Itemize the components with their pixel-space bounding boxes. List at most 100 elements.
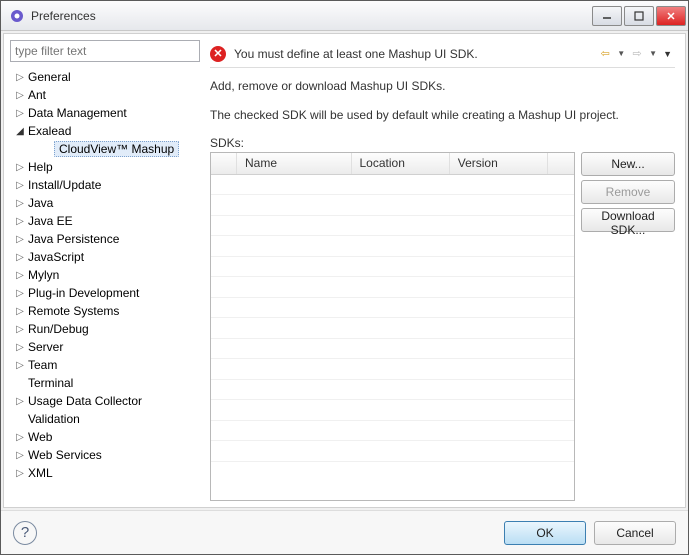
tree-item[interactable]: ▷Java xyxy=(10,194,200,212)
tree-item-label: Validation xyxy=(26,412,82,426)
tree-item[interactable]: ▷Validation xyxy=(10,410,200,428)
sdk-table[interactable]: Name Location Version xyxy=(210,152,575,501)
tree-item[interactable]: ▷Terminal xyxy=(10,374,200,392)
tree-item-label: Java Persistence xyxy=(26,232,121,246)
new-button[interactable]: New... xyxy=(581,152,675,176)
table-row xyxy=(211,257,574,278)
tree-item[interactable]: ▷Web xyxy=(10,428,200,446)
preferences-tree[interactable]: ▷General▷Ant▷Data Management◢Exalead▷Clo… xyxy=(10,66,200,501)
expand-icon[interactable]: ▷ xyxy=(14,234,26,245)
expand-icon[interactable]: ▷ xyxy=(14,342,26,353)
minimize-button[interactable] xyxy=(592,6,622,26)
tree-item-label: Ant xyxy=(26,88,48,102)
expand-icon[interactable]: ▷ xyxy=(14,270,26,281)
expand-icon[interactable]: ▷ xyxy=(14,324,26,335)
col-check[interactable] xyxy=(211,153,237,174)
table-row xyxy=(211,441,574,462)
view-menu-icon[interactable]: ▼ xyxy=(663,49,672,59)
collapse-icon[interactable]: ◢ xyxy=(14,126,26,137)
description-line-1: Add, remove or download Mashup UI SDKs. xyxy=(210,78,675,95)
sdk-buttons: New... Remove Download SDK... xyxy=(581,152,675,501)
tree-item-label: Web Services xyxy=(26,448,104,462)
table-row xyxy=(211,236,574,257)
expand-icon[interactable]: ▷ xyxy=(14,72,26,83)
table-row xyxy=(211,421,574,442)
tree-item[interactable]: ▷Install/Update xyxy=(10,176,200,194)
tree-item[interactable]: ◢Exalead xyxy=(10,122,200,140)
tree-item[interactable]: ▷JavaScript xyxy=(10,248,200,266)
tree-item-label: General xyxy=(26,70,73,84)
sdks-label: SDKs: xyxy=(210,136,675,150)
expand-icon[interactable]: ▷ xyxy=(14,252,26,263)
table-row xyxy=(211,339,574,360)
expand-icon[interactable]: ▷ xyxy=(14,162,26,173)
tree-item[interactable]: ▷Run/Debug xyxy=(10,320,200,338)
sdk-section: Name Location Version New... Remove Down… xyxy=(210,152,675,501)
close-button[interactable] xyxy=(656,6,686,26)
left-panel: ▷General▷Ant▷Data Management◢Exalead▷Clo… xyxy=(10,40,200,501)
expand-icon[interactable]: ▷ xyxy=(14,450,26,461)
download-sdk-button[interactable]: Download SDK... xyxy=(581,208,675,232)
tree-item-label: Plug-in Development xyxy=(26,286,141,300)
maximize-button[interactable] xyxy=(624,6,654,26)
tree-item-label: CloudView™ Mashup xyxy=(54,141,179,157)
filter-input[interactable] xyxy=(10,40,200,62)
expand-icon[interactable]: ▷ xyxy=(14,216,26,227)
ok-button[interactable]: OK xyxy=(504,521,586,545)
expand-icon[interactable]: ▷ xyxy=(14,288,26,299)
tree-item[interactable]: ▷Help xyxy=(10,158,200,176)
tree-item-label: Data Management xyxy=(26,106,129,120)
help-icon[interactable]: ? xyxy=(13,521,37,545)
col-location[interactable]: Location xyxy=(352,153,450,174)
tree-item-label: Team xyxy=(26,358,59,372)
expand-icon[interactable]: ▷ xyxy=(14,432,26,443)
tree-item-label: Remote Systems xyxy=(26,304,121,318)
right-panel: ✕ You must define at least one Mashup UI… xyxy=(206,40,679,501)
tree-item[interactable]: ▷Plug-in Development xyxy=(10,284,200,302)
table-row xyxy=(211,277,574,298)
tree-item-label: Terminal xyxy=(26,376,75,390)
expand-icon[interactable]: ▷ xyxy=(14,306,26,317)
tree-item-label: Java xyxy=(26,196,55,210)
expand-icon[interactable]: ▷ xyxy=(14,90,26,101)
tree-item-label: Web xyxy=(26,430,54,444)
expand-icon[interactable]: ▷ xyxy=(14,468,26,479)
remove-button[interactable]: Remove xyxy=(581,180,675,204)
window-controls xyxy=(590,6,686,26)
table-row xyxy=(211,216,574,237)
table-row xyxy=(211,318,574,339)
back-menu-icon[interactable]: ▼ xyxy=(617,49,625,58)
col-name[interactable]: Name xyxy=(237,153,352,174)
expand-icon[interactable]: ▷ xyxy=(14,396,26,407)
tree-item[interactable]: ▷General xyxy=(10,68,200,86)
tree-item[interactable]: ▷Server xyxy=(10,338,200,356)
sdk-table-body xyxy=(211,175,574,500)
cancel-button[interactable]: Cancel xyxy=(594,521,676,545)
tree-item[interactable]: ▷Usage Data Collector xyxy=(10,392,200,410)
expand-icon[interactable]: ▷ xyxy=(14,180,26,191)
error-message: You must define at least one Mashup UI S… xyxy=(234,47,596,61)
tree-item-label: Help xyxy=(26,160,55,174)
tree-item[interactable]: ▷Ant xyxy=(10,86,200,104)
tree-item-label: Java EE xyxy=(26,214,75,228)
tree-item[interactable]: ▷Java EE xyxy=(10,212,200,230)
tree-item[interactable]: ▷Java Persistence xyxy=(10,230,200,248)
tree-item[interactable]: ▷Data Management xyxy=(10,104,200,122)
tree-item[interactable]: ▷CloudView™ Mashup xyxy=(10,140,200,158)
tree-item[interactable]: ▷Team xyxy=(10,356,200,374)
col-version[interactable]: Version xyxy=(450,153,548,174)
expand-icon[interactable]: ▷ xyxy=(14,198,26,209)
expand-icon[interactable]: ▷ xyxy=(14,108,26,119)
bottom-bar: ? OK Cancel xyxy=(1,510,688,554)
forward-menu-icon[interactable]: ▼ xyxy=(649,49,657,58)
tree-item[interactable]: ▷Web Services xyxy=(10,446,200,464)
tree-item-label: Run/Debug xyxy=(26,322,91,336)
tree-item[interactable]: ▷Mylyn xyxy=(10,266,200,284)
tree-item-label: Mylyn xyxy=(26,268,61,282)
tree-item-label: Install/Update xyxy=(26,178,103,192)
expand-icon[interactable]: ▷ xyxy=(14,360,26,371)
forward-icon[interactable]: ⇨ xyxy=(628,45,646,63)
back-icon[interactable]: ⇦ xyxy=(596,45,614,63)
tree-item[interactable]: ▷Remote Systems xyxy=(10,302,200,320)
tree-item[interactable]: ▷XML xyxy=(10,464,200,482)
